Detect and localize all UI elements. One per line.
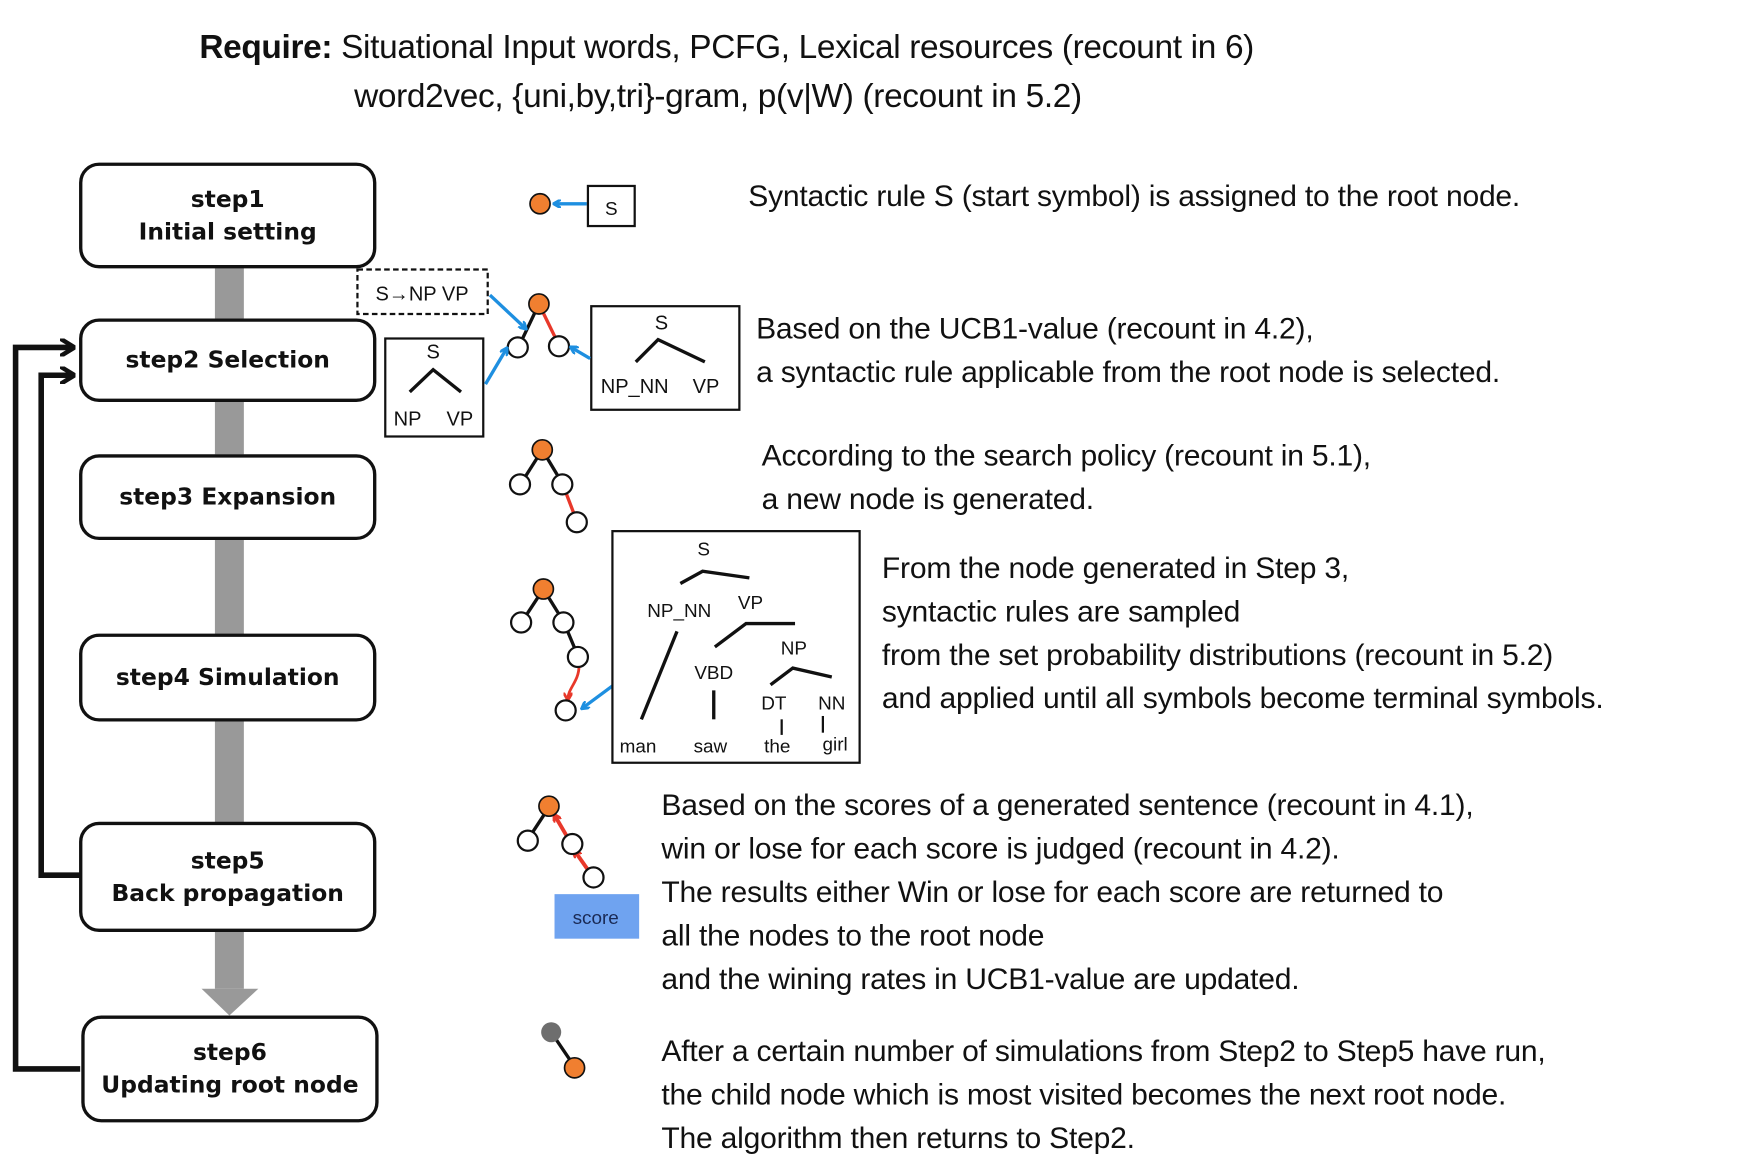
root-node-icon — [538, 795, 560, 818]
description-line: the child node which is most visited bec… — [661, 1077, 1507, 1112]
flow-arrowhead-icon — [201, 988, 259, 1016]
parse-word: saw — [694, 737, 728, 758]
description-line: Based on the UCB1-value (recount in 4.2)… — [756, 311, 1314, 346]
parse-word: the — [764, 737, 790, 758]
step2-box[interactable]: step2 Selection — [79, 318, 377, 402]
step3-graphic — [508, 438, 588, 534]
root-node-icon — [532, 578, 555, 600]
description-line: a new node is generated. — [761, 482, 1095, 516]
score-label: score — [573, 908, 619, 929]
step5-subtitle: Back propagation — [111, 879, 344, 906]
parse-node-npnn: NP_NN — [647, 601, 711, 622]
step4-description: From the node generated in Step 3, synta… — [882, 547, 1604, 721]
step1-box[interactable]: step1 Initial setting — [79, 162, 377, 269]
description-line: From the node generated in Step 3, — [881, 551, 1349, 585]
step6-description: After a certain number of simulations fr… — [661, 1030, 1545, 1160]
parse-node-s: S — [697, 540, 710, 561]
rule-root-label: S — [426, 342, 439, 364]
description-line: Syntactic rule S (start symbol) is assig… — [748, 179, 1521, 213]
description-line: all the nodes to the root node — [661, 918, 1045, 953]
description-line: and applied until all symbols become ter… — [881, 681, 1604, 715]
step5-description: Based on the scores of a generated sente… — [661, 784, 1473, 1001]
rule-left-label: NP — [394, 408, 422, 430]
description-line: The results either Win or lose for each … — [661, 875, 1444, 909]
parse-node-nn: NN — [818, 693, 845, 714]
root-node-icon — [528, 293, 550, 315]
simulated-node-icon — [554, 699, 577, 722]
parse-node-vp: VP — [738, 593, 763, 614]
description-line: from the set probability distributions (… — [881, 638, 1554, 672]
rule-right-label: VP — [447, 408, 474, 430]
description-line: syntactic rules are sampled — [881, 594, 1241, 629]
step6-subtitle: Updating root node — [101, 1071, 359, 1098]
description-line: and the wining rates in UCB1-value are u… — [661, 962, 1300, 996]
step3-title: step3 Expansion — [119, 483, 337, 510]
parse-word: girl — [823, 734, 848, 755]
step5-title: step5 — [190, 846, 265, 874]
mcts-diagram: Require: Situational Input words, PCFG, … — [0, 0, 1737, 1173]
rule-root-label: S — [655, 313, 668, 335]
step1-description: Syntactic rule S (start symbol) is assig… — [748, 175, 1520, 218]
step1-graphic — [529, 184, 636, 228]
parse-node-dt: DT — [761, 693, 787, 714]
description-line: According to the search policy (recount … — [761, 438, 1372, 473]
description-line: Based on the scores of a generated sente… — [661, 788, 1474, 822]
start-symbol-label: S — [605, 199, 618, 220]
step3-box[interactable]: step3 Expansion — [79, 454, 377, 541]
description-line: a syntactic rule applicable from the roo… — [756, 355, 1500, 389]
step5-box[interactable]: step5 Back propagation — [79, 821, 377, 932]
step4-box[interactable]: step4 Simulation — [79, 633, 377, 722]
child-node-icon — [506, 336, 529, 359]
parse-word: man — [620, 737, 657, 758]
step3-description: According to the search policy (recount … — [761, 434, 1372, 521]
parse-node-vbd: VBD — [694, 663, 733, 684]
rule-right-label: VP — [693, 376, 720, 398]
root-node-icon — [529, 192, 551, 215]
step6-graphic — [541, 1022, 586, 1079]
step6-box[interactable]: step6 Updating root node — [81, 1015, 379, 1123]
step1-subtitle: Initial setting — [138, 217, 317, 245]
loop-arrow-step6-to-step2 — [12, 347, 81, 1072]
step6-title: step6 — [192, 1038, 267, 1066]
step2-title: step2 Selection — [125, 346, 330, 374]
rule-dashed-label: S→NP VP — [375, 284, 468, 306]
child-node-icon — [547, 335, 571, 358]
step4-graphic — [509, 530, 861, 764]
step2-description: Based on the UCB1-value (recount in 4.2)… — [756, 307, 1500, 394]
description-line: The algorithm then returns to Step2. — [661, 1121, 1135, 1155]
parse-node-np: NP — [781, 639, 807, 660]
step4-title: step4 Simulation — [115, 663, 340, 691]
new-node-icon — [565, 511, 588, 534]
rule-left-label: NP_NN — [601, 376, 669, 398]
loop-arrow-step5-to-step2 — [38, 375, 81, 878]
description-line: win or lose for each score is judged (re… — [661, 831, 1340, 866]
description-line: After a certain number of simulations fr… — [661, 1034, 1546, 1068]
step1-title: step1 — [190, 185, 265, 213]
root-node-icon — [531, 438, 554, 461]
old-root-node-icon — [541, 1022, 562, 1043]
new-root-node-icon — [563, 1056, 586, 1079]
